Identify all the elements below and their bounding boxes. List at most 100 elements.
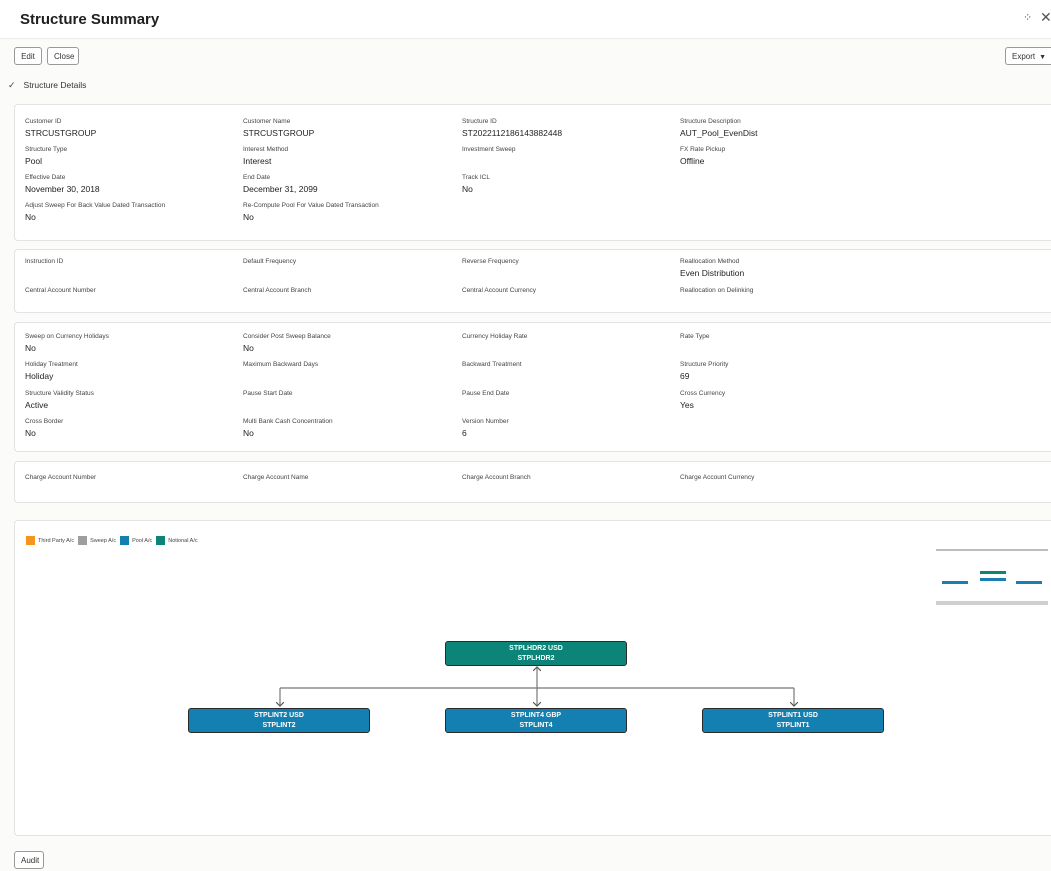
field-track-icl: Track ICL No	[462, 174, 490, 195]
tree-node-root[interactable]: STPLHDR2 USD STPLHDR2	[445, 641, 627, 666]
structure-details-toggle[interactable]: ✓ Structure Details	[8, 80, 86, 91]
field-reverse-frequency: Reverse Frequency	[462, 258, 519, 267]
field-label: Interest Method	[243, 146, 289, 153]
legend-label: Third Party A/c	[38, 537, 75, 544]
field-label: FX Rate Pickup	[680, 146, 726, 153]
section-title: Structure Details	[23, 80, 87, 90]
field-charge-account-name: Charge Account Name	[243, 474, 308, 483]
legend-swatch	[26, 536, 35, 545]
account-type-legend: Third Party A/c Sweep A/c Pool A/c Notio…	[26, 536, 202, 545]
field-structure-id: Structure ID ST2022112186143882448	[462, 118, 562, 139]
field-structure-validity-status: Structure Validity Status Active	[25, 390, 94, 411]
export-label: Export	[1012, 52, 1036, 61]
node-name-line: STPLHDR2	[517, 654, 555, 662]
field-value: No	[25, 212, 36, 222]
field-label: Customer ID	[25, 118, 62, 125]
field-value: 6	[462, 428, 467, 438]
node-name-line: STPLINT2	[262, 721, 296, 729]
field-structure-description: Structure Description AUT_Pool_EvenDist	[680, 118, 757, 139]
expand-icon[interactable]: ⁘	[1023, 11, 1032, 24]
close-button[interactable]: Close	[47, 47, 79, 65]
details-card-instruction: Instruction ID Default Frequency Reverse…	[14, 249, 1051, 313]
field-label: Investment Sweep	[462, 146, 516, 153]
field-label: Version Number	[462, 418, 509, 425]
field-label: End Date	[243, 174, 271, 181]
tree-node-child[interactable]: STPLINT4 GBP STPLINT4	[445, 708, 627, 733]
field-pause-end-date: Pause End Date	[462, 390, 509, 399]
field-value: AUT_Pool_EvenDist	[680, 128, 758, 138]
close-icon[interactable]: ✕	[1040, 9, 1051, 26]
structure-tree-panel	[14, 520, 1051, 836]
field-interest-method: Interest Method Interest	[243, 146, 288, 167]
field-label: Structure ID	[462, 118, 497, 125]
legend-swatch	[156, 536, 166, 545]
field-effective-date: Effective Date November 30, 2018	[25, 174, 100, 195]
field-label: Reallocation on Delinking	[680, 287, 754, 294]
field-label: Currency Holiday Rate	[462, 333, 528, 340]
field-central-account-currency: Central Account Currency	[462, 287, 536, 296]
field-label: Central Account Currency	[462, 287, 537, 294]
field-value: STRCUSTGROUP	[243, 128, 315, 138]
field-label: Structure Type	[25, 146, 68, 153]
field-instruction-id: Instruction ID	[25, 258, 63, 267]
minimap-node	[942, 581, 968, 584]
field-backward-treatment: Backward Treatment	[462, 361, 522, 370]
field-consider-post-sweep-balance: Consider Post Sweep Balance No	[243, 333, 331, 354]
field-label: Rate Type	[680, 333, 710, 340]
field-label: Instruction ID	[25, 258, 64, 265]
field-label: Pause Start Date	[243, 390, 293, 397]
field-multi-bank-cash-concentration: Multi Bank Cash Concentration No	[243, 418, 333, 439]
node-account-line: STPLINT2 USD	[254, 712, 304, 719]
minimap-node	[980, 578, 1006, 581]
field-value: No	[25, 343, 36, 353]
field-end-date: End Date December 31, 2099	[243, 174, 318, 195]
legend-label: Pool A/c	[132, 537, 153, 544]
node-account-line: STPLINT4 GBP	[510, 712, 562, 719]
field-label: Cross Border	[25, 418, 64, 425]
legend-label: Notional A/c	[168, 537, 198, 544]
field-value: No	[243, 212, 254, 222]
title-bar: Structure Summary ⁘ ✕	[0, 0, 1051, 39]
field-label: Cross Currency	[680, 390, 726, 397]
field-central-account-number: Central Account Number	[25, 287, 96, 296]
field-reallocation-method: Reallocation Method Even Distribution	[680, 258, 744, 279]
field-sweep-on-currency-holidays: Sweep on Currency Holidays No	[25, 333, 109, 354]
field-label: Structure Validity Status	[25, 390, 94, 397]
field-value: Offline	[680, 156, 705, 166]
tree-minimap[interactable]	[936, 549, 1048, 605]
field-label: Central Account Number	[25, 287, 96, 294]
field-value: Interest	[243, 156, 272, 166]
field-value: Holiday	[25, 371, 54, 381]
field-structure-type: Structure Type Pool	[25, 146, 67, 167]
field-label: Maximum Backward Days	[243, 361, 319, 368]
field-central-account-branch: Central Account Branch	[243, 287, 311, 296]
audit-button[interactable]: Audit	[14, 851, 44, 869]
field-label: Holiday Treatment	[25, 361, 78, 368]
field-value: ST2022112186143882448	[462, 128, 563, 138]
details-card-charge-account: Charge Account Number Charge Account Nam…	[14, 461, 1051, 503]
legend-item-third-party: Third Party A/c	[26, 536, 74, 545]
tree-node-child[interactable]: STPLINT1 USD STPLINT1	[702, 708, 884, 733]
legend-label: Sweep A/c	[90, 537, 117, 544]
field-label: Multi Bank Cash Concentration	[243, 418, 333, 425]
edit-button[interactable]: Edit	[14, 47, 42, 65]
field-label: Default Frequency	[243, 258, 297, 265]
field-label: Pause End Date	[462, 390, 510, 397]
field-investment-sweep: Investment Sweep	[462, 146, 515, 155]
minimap-node	[980, 571, 1006, 574]
node-account-line: STPLHDR2 USD	[509, 645, 563, 652]
field-reallocation-on-delinking: Reallocation on Delinking	[680, 287, 753, 296]
field-label: Charge Account Name	[243, 474, 309, 481]
field-label: Structure Description	[680, 118, 741, 125]
node-name-line: STPLINT1	[776, 721, 810, 729]
field-charge-account-number: Charge Account Number	[25, 474, 96, 483]
field-label: Consider Post Sweep Balance	[243, 333, 331, 340]
field-customer-id: Customer ID STRCUSTGROUP	[25, 118, 96, 139]
export-button[interactable]: Export ▼	[1005, 47, 1051, 65]
legend-swatch	[78, 536, 88, 545]
field-cross-border: Cross Border No	[25, 418, 63, 439]
field-label: Track ICL	[462, 174, 490, 181]
legend-swatch	[120, 536, 130, 545]
tree-node-child[interactable]: STPLINT2 USD STPLINT2	[188, 708, 370, 733]
page-title: Structure Summary	[20, 11, 160, 28]
